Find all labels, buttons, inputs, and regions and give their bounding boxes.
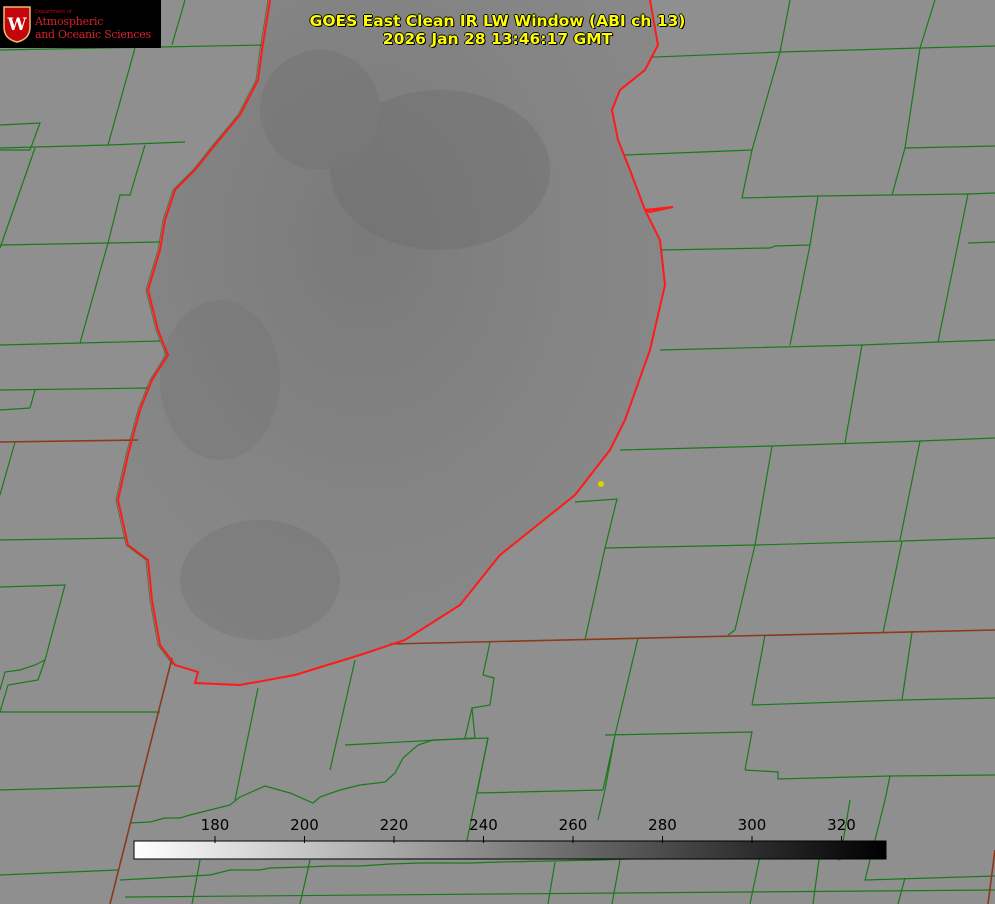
satellite-map: 180 200 220 240 260 280 300 320 (0, 0, 995, 904)
colorbar-tick-label: 260 (559, 816, 588, 834)
colorbar-tick-label: 280 (648, 816, 677, 834)
colorbar-tick-label: 180 (201, 816, 230, 834)
image-timestamp: 2026 Jan 28 13:46:17 GMT (382, 30, 613, 48)
colorbar-tick-label: 320 (827, 816, 856, 834)
station-marker (598, 481, 604, 487)
colorbar-tick-label: 200 (290, 816, 319, 834)
image-title: GOES East Clean IR LW Window (ABI ch 13) (309, 12, 686, 30)
colorbar-tick-label: 300 (738, 816, 767, 834)
colorbar-tick-label: 220 (380, 816, 409, 834)
colorbar-gradient (133, 840, 887, 860)
colorbar-tick-label: 240 (469, 816, 498, 834)
